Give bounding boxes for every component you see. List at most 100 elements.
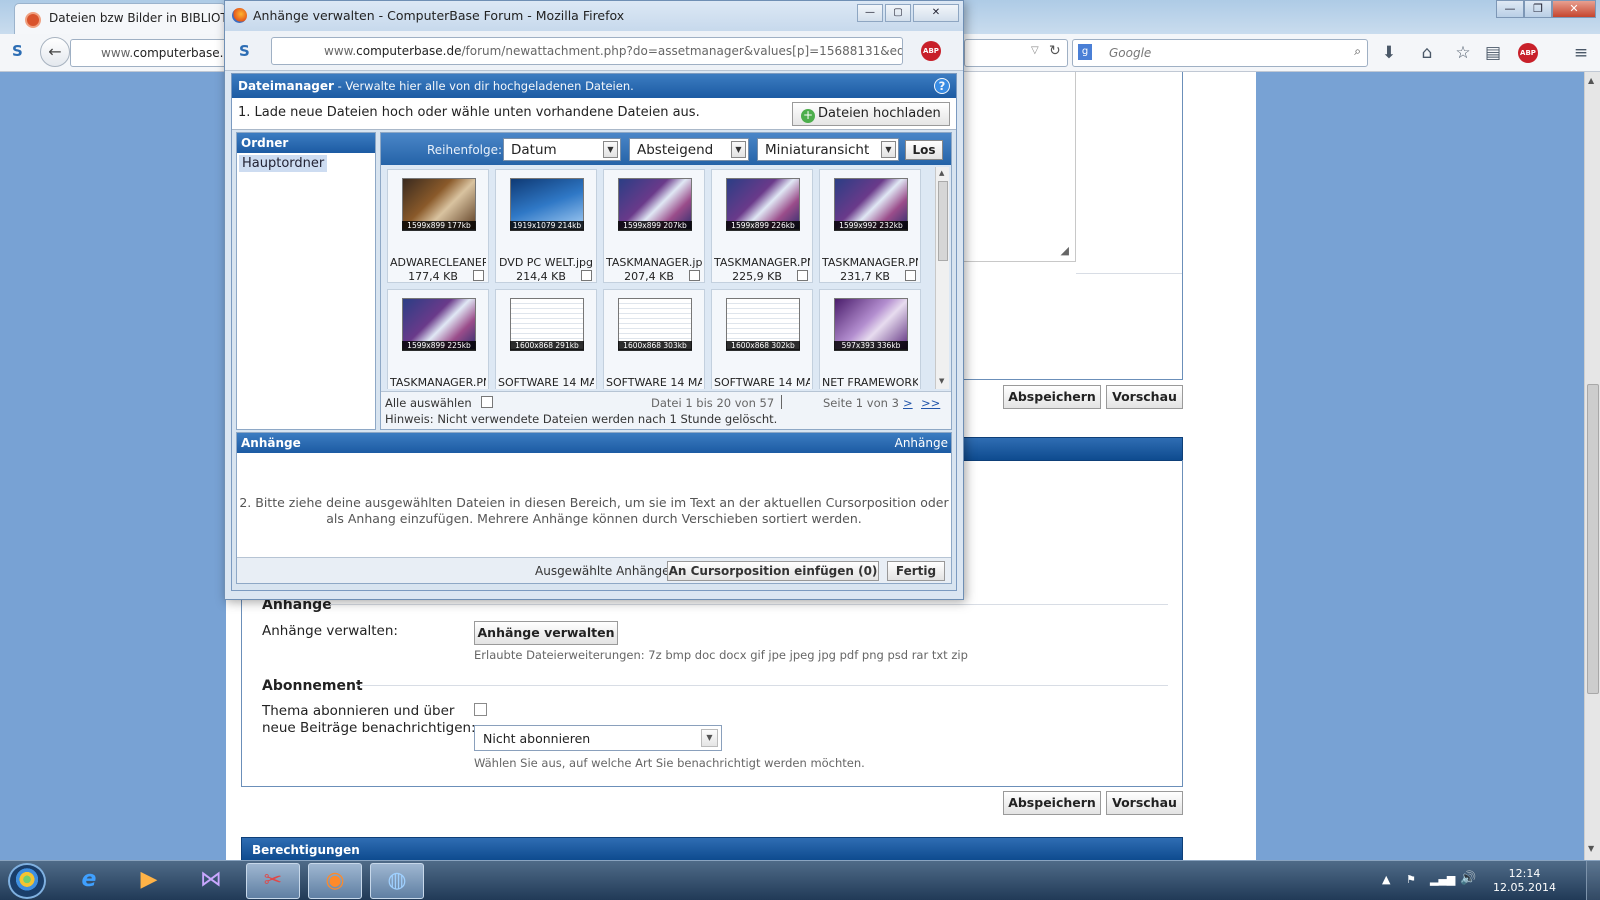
done-button[interactable]: Fertig — [887, 561, 945, 581]
file-thumbnail-card[interactable]: 1600x868 302kb SOFTWARE 14 MAI — [711, 289, 813, 389]
scroll-down-icon[interactable]: ▼ — [1588, 844, 1594, 853]
save-button-top[interactable]: Abspeichern — [1003, 385, 1101, 409]
file-select-checkbox[interactable] — [905, 270, 916, 281]
internet-explorer-icon[interactable]: e — [62, 863, 116, 899]
visual-studio-icon[interactable]: ⋈ — [184, 863, 238, 899]
popup-minimize-button[interactable]: — — [857, 4, 883, 22]
file-select-checkbox[interactable] — [581, 270, 592, 281]
file-thumbnail-card[interactable]: 1599x899 226kb TASKMANAGER.PNG225,9 KB — [711, 169, 813, 283]
upload-files-button[interactable]: + Dateien hochladen — [792, 102, 950, 126]
insert-at-cursor-button[interactable]: An Cursorposition einfügen (0) — [667, 561, 879, 581]
show-hidden-icons-icon[interactable]: ▲ — [1382, 873, 1390, 886]
file-thumbnail-card[interactable]: 1599x899 225kb TASKMANAGER.PNG — [387, 289, 489, 389]
select-all-checkbox[interactable] — [481, 396, 493, 408]
save-button-bottom[interactable]: Abspeichern — [1003, 791, 1101, 815]
adblock-plus-icon[interactable]: ABP — [1518, 43, 1538, 63]
sort-field-select[interactable]: Datum ▼ — [503, 138, 621, 161]
windows-taskbar: e ▶ ⋈ ✂ ◉ ◍ ▲ ⚑ ▂▄▆ 🔊 12:14 12.05.2014 — [0, 860, 1600, 900]
action-center-flag-icon[interactable]: ⚑ — [1406, 873, 1416, 886]
file-thumbnail-card[interactable]: 1599x899 207kb TASKMANAGER.jpg 207,4 KB — [603, 169, 705, 283]
resize-grip-icon[interactable]: ◢ — [1061, 244, 1069, 257]
file-thumbnail-card[interactable]: 597x393 336kb NET FRAMEWORK — [819, 289, 921, 389]
scrollbar-thumb[interactable] — [1587, 384, 1599, 694]
message-editor[interactable]: ◢ — [952, 72, 1076, 262]
folder-item-hauptordner[interactable]: Hauptordner — [239, 155, 328, 172]
help-icon[interactable]: ? — [934, 78, 950, 94]
scroll-up-icon[interactable]: ▲ — [1588, 76, 1594, 85]
file-thumbnail-card[interactable]: 1919x1079 214kb DVD PC WELT.jpg 214,4 KB — [495, 169, 597, 283]
network-signal-icon[interactable]: ▂▄▆ — [1430, 873, 1455, 886]
firefox-taskbar-icon[interactable]: ◉ — [308, 863, 362, 899]
sort-direction-select[interactable]: Absteigend ▼ — [629, 138, 749, 161]
last-page-link[interactable]: >> — [921, 396, 940, 410]
reload-icon[interactable]: ↻ — [1049, 43, 1061, 59]
preview-button-bottom[interactable]: Vorschau — [1106, 791, 1183, 815]
attachment-drop-zone[interactable]: Anhänge Anhänge 2. Bitte ziehe deine aus… — [236, 432, 952, 584]
page-scrollbar[interactable]: ▲ ▼ — [1584, 72, 1600, 860]
file-dimensions: 1599x992 232kb — [834, 221, 908, 231]
search-input[interactable]: Google ⌕ — [1072, 39, 1368, 67]
snipping-tool-icon[interactable]: ✂ — [246, 863, 300, 899]
file-thumbnail-card[interactable]: 1599x899 177kb ADWARECLEANER 177,4 KB — [387, 169, 489, 283]
chevron-down-icon[interactable]: ▼ — [603, 141, 618, 158]
search-magnifier-icon[interactable]: ⌕ — [1354, 44, 1361, 59]
show-desktop-button[interactable] — [1586, 861, 1600, 900]
download-icon[interactable]: ⬇ — [1376, 40, 1402, 66]
chevron-down-icon[interactable]: ▼ — [731, 141, 746, 158]
google-engine-icon[interactable]: g — [1078, 44, 1092, 60]
cleanup-hint: Hinweis: Nicht verwendete Dateien werden… — [385, 412, 778, 426]
sort-bar: Reihenfolge: Datum ▼ Absteigend ▼ Miniat… — [381, 133, 951, 165]
menu-icon[interactable]: ≡ — [1568, 40, 1594, 66]
minimize-button[interactable]: — — [1496, 0, 1524, 18]
clock[interactable]: 12:14 12.05.2014 — [1493, 867, 1556, 895]
bookmark-star-icon[interactable]: ☆ — [1450, 40, 1476, 66]
scroll-down-icon[interactable]: ▼ — [939, 377, 944, 385]
file-name: NET FRAMEWORK — [822, 376, 918, 389]
browser-tab[interactable]: Dateien bzw Bilder in BIBLIOT... — [14, 3, 226, 34]
dateimanager-subtitle: - Verwalte hier alle von dir hochgeladen… — [333, 79, 634, 93]
popup-url-bar[interactable]: www.computerbase.de/forum/newattachment.… — [271, 37, 903, 65]
file-size: 214,4 KB — [516, 270, 566, 283]
close-window-button[interactable]: ✕ — [1552, 0, 1596, 18]
restore-button[interactable]: ❐ — [1524, 0, 1552, 18]
file-dimensions: 1600x868 302kb — [726, 341, 800, 351]
skype-icon[interactable]: S — [239, 42, 250, 60]
start-button[interactable] — [8, 863, 46, 899]
url-dropdown-icon[interactable]: ▽ — [1031, 45, 1039, 56]
next-page-link[interactable]: > — [903, 396, 913, 410]
popup-close-button[interactable]: ✕ — [913, 4, 959, 22]
subscribe-checkbox[interactable] — [474, 703, 487, 716]
view-mode-select[interactable]: Miniaturansicht ▼ — [757, 138, 899, 161]
drop-zone-line2: als Anhang einzufügen. Mehrere Anhänge k… — [326, 511, 862, 526]
file-list-scrollbar[interactable]: ▲ ▼ — [935, 167, 949, 389]
main-url-bar[interactable]: www.computerbase.de/f — [70, 39, 230, 67]
scroll-up-icon[interactable]: ▲ — [939, 169, 944, 177]
go-button[interactable]: Los — [905, 140, 943, 160]
home-icon[interactable]: ⌂ — [1414, 40, 1440, 66]
file-thumbnail-card[interactable]: 1600x868 303kb SOFTWARE 14 MAI — [603, 289, 705, 389]
network-app-icon[interactable]: ◍ — [370, 863, 424, 899]
chevron-down-icon[interactable]: ▼ — [881, 141, 896, 158]
file-size: 207,4 KB — [624, 270, 674, 283]
main-url-bar-tail[interactable]: ▽ ↻ — [964, 39, 1068, 67]
subscription-select[interactable]: Nicht abonnieren ▼ — [474, 725, 722, 751]
preview-button-top[interactable]: Vorschau — [1106, 385, 1183, 409]
volume-icon[interactable]: 🔊 — [1460, 871, 1476, 886]
file-select-checkbox[interactable] — [797, 270, 808, 281]
file-thumbnail-card[interactable]: 1600x868 291kb SOFTWARE 14 MAI — [495, 289, 597, 389]
media-player-icon[interactable]: ▶ — [122, 863, 176, 899]
popup-maximize-button[interactable]: ▢ — [885, 4, 911, 22]
anhaenge-verwalten-button[interactable]: Anhänge verwalten — [474, 621, 618, 645]
popup-title-bar[interactable]: Anhänge verwalten - ComputerBase Forum -… — [225, 1, 963, 31]
adblock-plus-icon[interactable]: ABP — [921, 41, 941, 61]
skype-icon[interactable]: S — [12, 42, 23, 60]
file-scrollbar-thumb[interactable] — [938, 181, 948, 261]
chevron-down-icon[interactable]: ▼ — [701, 729, 718, 747]
file-size: 177,4 KB — [408, 270, 458, 283]
bookmarks-list-icon[interactable]: ▤ — [1480, 40, 1506, 66]
file-name: SOFTWARE 14 MAI — [606, 376, 702, 389]
file-select-checkbox[interactable] — [473, 270, 484, 281]
back-button[interactable]: ← — [40, 37, 70, 67]
file-select-checkbox[interactable] — [689, 270, 700, 281]
file-thumbnail-card[interactable]: 1599x992 232kb TASKMANAGER.PNG231,7 KB — [819, 169, 921, 283]
